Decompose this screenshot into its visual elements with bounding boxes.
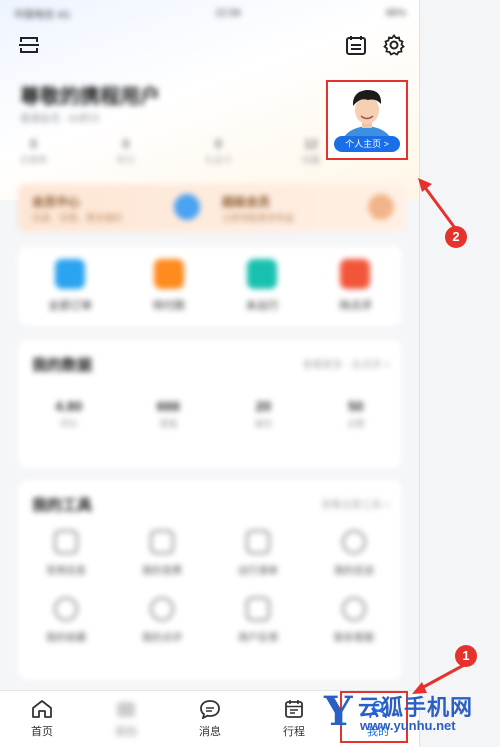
battery-text: 88% xyxy=(385,7,406,19)
tab-messages[interactable]: 消息 xyxy=(168,691,252,747)
tool-item[interactable]: 出行清单 xyxy=(210,530,306,577)
tool-icon xyxy=(150,597,174,621)
tool-icon xyxy=(342,530,366,554)
tool-item[interactable]: 联系客服 xyxy=(306,597,402,644)
banner-badge-icon xyxy=(174,194,200,220)
stat-item[interactable]: 0 礼品卡 xyxy=(205,137,232,166)
stat-item[interactable]: 0 积分 xyxy=(117,137,135,166)
my-data-card: 我的数据 查看更多 · 去点评 > 4.80 评价 666 里程 20 城市 50 点赞 xyxy=(18,340,402,468)
checkin-icon[interactable] xyxy=(343,32,369,58)
user-name[interactable]: 尊敬的携程用户 xyxy=(20,80,160,109)
member-level: 普通会员 · 60积分 xyxy=(20,114,101,125)
home-icon xyxy=(32,700,52,718)
callout-badge-1: 1 xyxy=(455,645,477,667)
watermark-logo: Y xyxy=(324,688,353,735)
my-data-row: 4.80 评价 666 里程 20 城市 50 点赞 xyxy=(18,398,402,430)
banner-arrow-icon xyxy=(368,194,394,220)
data-cell[interactable]: 4.80 评价 xyxy=(55,398,82,430)
settings-gear-icon[interactable] xyxy=(381,32,407,58)
tool-icon xyxy=(54,597,78,621)
profile-avatar-highlight[interactable]: 个人主页 > xyxy=(326,80,408,160)
tool-icon xyxy=(150,530,174,554)
top-bar xyxy=(0,28,419,62)
review-icon xyxy=(340,259,371,289)
banner-left-title: 会员中心 xyxy=(32,195,81,209)
tool-icon xyxy=(54,530,78,554)
my-data-title: 我的数据 xyxy=(32,357,93,374)
banner-right-title: 超级会员 xyxy=(222,195,271,209)
ticket-icon xyxy=(247,259,278,289)
tool-item[interactable]: 我的发票 xyxy=(114,530,210,577)
stat-item[interactable]: 12 收藏 xyxy=(302,137,320,166)
tool-item[interactable]: 我的足迹 xyxy=(306,530,402,577)
tool-icon xyxy=(342,597,366,621)
data-cell[interactable]: 20 城市 xyxy=(254,398,272,430)
tab-photo[interactable]: 旅拍 xyxy=(84,691,168,747)
watermark-url: www.yunhu.net xyxy=(360,718,456,733)
carrier-text: 中国电信 4G xyxy=(14,9,71,21)
message-icon xyxy=(200,700,220,719)
stats-row: 0 优惠券 0 积分 0 礼品卡 12 收藏 xyxy=(20,137,320,166)
tab-home[interactable]: 首页 xyxy=(0,691,84,747)
my-tools-more-link[interactable]: 查看全部工具 > xyxy=(321,496,390,511)
wallet-icon xyxy=(153,259,184,289)
tool-item[interactable]: 我的点评 xyxy=(114,597,210,644)
quick-action-upcoming[interactable]: 未出行 xyxy=(246,259,279,313)
banner-left-sub: 出游、住宿，更多福利 xyxy=(32,213,123,223)
photo-icon xyxy=(117,702,135,717)
quick-action-all-orders[interactable]: 全部订单 xyxy=(48,259,92,313)
callout-badge-2: 2 xyxy=(445,226,467,248)
personal-homepage-button[interactable]: 个人主页 > xyxy=(334,136,400,152)
phone-screen: 中国电信 4G 22:58 88% 尊敬的携程用户 普通会员 · 60积分 0优… xyxy=(0,0,420,747)
my-tools-title: 我的工具 xyxy=(32,497,93,514)
status-bar: 中国电信 4G 22:58 88% xyxy=(0,0,419,26)
tool-item[interactable]: 用户反馈 xyxy=(210,597,306,644)
tools-grid: 常用信息 我的发票 出行清单 我的足迹 我的收藏 我的点评 用户反馈 联系客服 xyxy=(18,530,402,644)
quick-actions-card: 全部订单 待付款 未出行 待点评 xyxy=(18,246,402,326)
tool-icon xyxy=(246,597,270,621)
watermark: Y 云狐手机网 www.yunhu.net xyxy=(324,686,500,746)
quick-action-pending-payment[interactable]: 待付款 xyxy=(152,259,185,313)
tool-item[interactable]: 常用信息 xyxy=(18,530,114,577)
quick-action-to-review[interactable]: 待点评 xyxy=(339,259,372,313)
data-cell[interactable]: 50 点赞 xyxy=(347,398,365,430)
tool-item[interactable]: 我的收藏 xyxy=(18,597,114,644)
tool-icon xyxy=(246,530,270,554)
calendar-icon xyxy=(285,700,303,718)
stat-item[interactable]: 0 优惠券 xyxy=(20,137,47,166)
banner-right-sub: 立即领取更多权益 xyxy=(222,213,295,223)
data-cell[interactable]: 666 里程 xyxy=(157,398,180,430)
orders-icon xyxy=(55,259,86,289)
membership-banner[interactable]: 会员中心 出游、住宿，更多福利 超级会员 立即领取更多权益 xyxy=(18,184,406,232)
my-data-more-link[interactable]: 查看更多 · 去点评 > xyxy=(302,356,390,371)
time-text: 22:58 xyxy=(215,7,241,19)
my-tools-card: 我的工具 查看全部工具 > 常用信息 我的发票 出行清单 我的足迹 我的收藏 我… xyxy=(18,480,402,680)
scan-icon[interactable] xyxy=(16,32,42,58)
